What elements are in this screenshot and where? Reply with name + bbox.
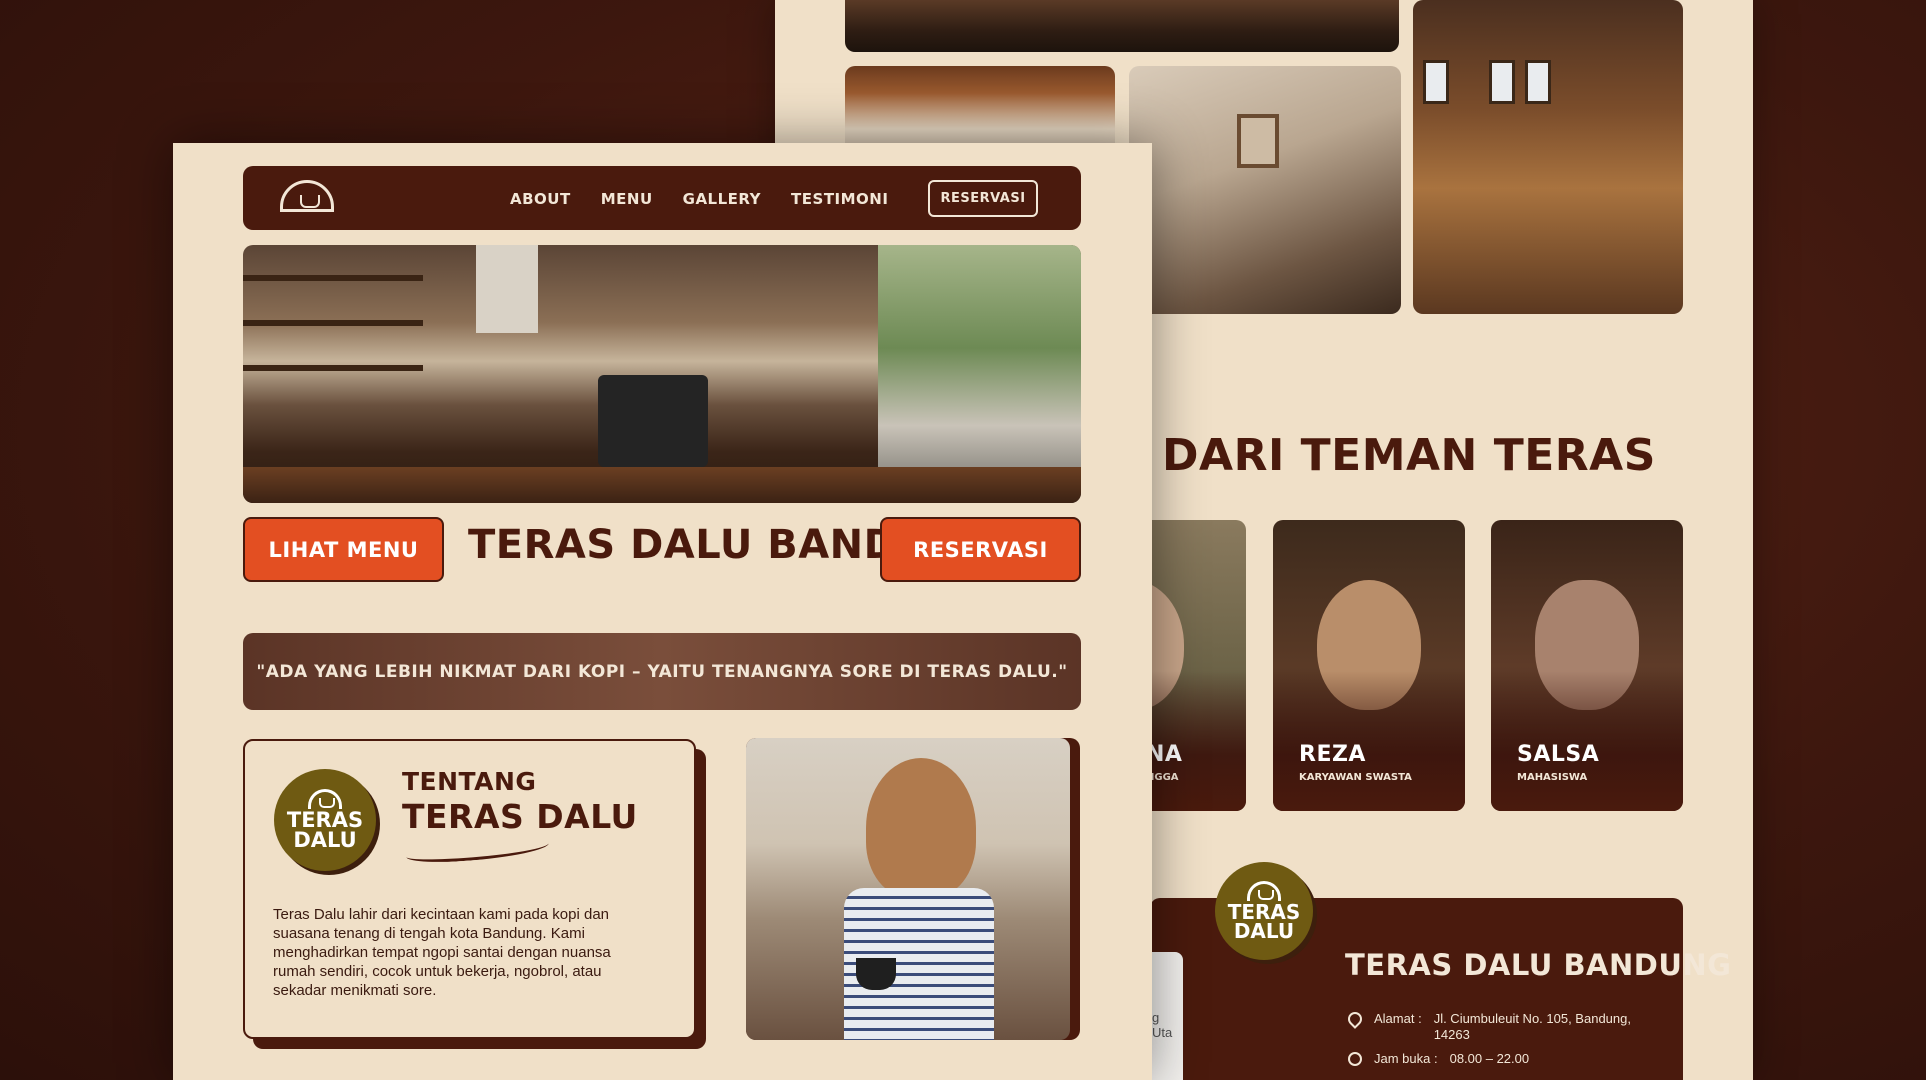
coffee-cup-icon: [1247, 881, 1281, 901]
hours-label: Jam buka :: [1374, 1051, 1438, 1066]
window-view: [878, 245, 1081, 503]
about-heading-large: TERAS DALU: [402, 797, 638, 836]
footer-logo-badge: TERAS DALU: [1215, 862, 1313, 960]
shelf: [243, 320, 423, 326]
hero-reservasi-button[interactable]: RESERVASI: [880, 517, 1081, 582]
location-pin-icon: [1345, 1009, 1365, 1029]
gallery-photo-lounge[interactable]: [1129, 66, 1401, 314]
quote-text: "ADA YANG LEBIH NIKMAT DARI KOPI – YAITU…: [256, 661, 1068, 682]
menu-board: [476, 245, 538, 333]
nav-links: ABOUT MENU GALLERY TESTIMONI: [510, 190, 888, 208]
nav-link-testimoni[interactable]: TESTIMONI: [791, 190, 888, 208]
hero-image: [243, 245, 1081, 503]
footer-title: TERAS DALU BANDUNG: [1345, 948, 1732, 982]
location-map[interactable]: g Uta: [1150, 952, 1183, 1080]
badge-text-2: DALU: [293, 828, 357, 852]
hours-row: Jam buka : 08.00 – 22.00: [1348, 1051, 1660, 1067]
hours-value: 08.00 – 22.00: [1449, 1051, 1530, 1066]
lihat-menu-button[interactable]: LIHAT MENU: [243, 517, 444, 582]
coffee-cup-arc-icon[interactable]: [280, 180, 334, 212]
bar-window: [1489, 60, 1515, 104]
clock-icon: [1348, 1052, 1362, 1066]
about-body-text: Teras Dalu lahir dari kecintaan kami pad…: [273, 906, 611, 999]
map-label: g Uta: [1152, 1010, 1173, 1040]
card-gradient: [1491, 671, 1683, 811]
about-logo-badge: TERAS DALU: [274, 769, 376, 871]
testimonial-role: KARYAWAN SWASTA: [1299, 772, 1412, 783]
card-gradient: [1273, 671, 1465, 811]
address-value: Jl. Ciumbuleuit No. 105, Bandung, 14263: [1433, 1011, 1631, 1042]
shelf: [243, 365, 423, 371]
testimonial-card[interactable]: REZA KARYAWAN SWASTA: [1273, 520, 1465, 811]
barista-photo: [746, 738, 1070, 1040]
gallery-photo-bar[interactable]: [1413, 0, 1683, 314]
nav-link-about[interactable]: ABOUT: [510, 190, 571, 208]
barista-hijab: [866, 758, 976, 898]
bar-window: [1423, 60, 1449, 104]
navbar: ABOUT MENU GALLERY TESTIMONI RESERVASI: [243, 166, 1081, 230]
about-heading-small: TENTANG: [402, 767, 537, 796]
address-label: Alamat :: [1374, 1011, 1422, 1026]
quote-banner: "ADA YANG LEBIH NIKMAT DARI KOPI – YAITU…: [243, 633, 1081, 710]
nav-reservasi-button[interactable]: RESERVASI: [928, 180, 1038, 217]
nav-link-gallery[interactable]: GALLERY: [683, 190, 761, 208]
wall-portrait: [1237, 114, 1279, 168]
nav-link-menu[interactable]: MENU: [601, 190, 653, 208]
address-row: Alamat : Jl. Ciumbuleuit No. 105, Bandun…: [1345, 1009, 1644, 1043]
coffee-cup-icon: [308, 789, 342, 810]
espresso-machine: [598, 375, 708, 467]
bar-window: [1525, 60, 1551, 104]
testimonials-title: DARI TEMAN TERAS: [1162, 430, 1656, 481]
badge-text-2: DALU: [1233, 919, 1295, 943]
testimonial-name: SALSA: [1517, 742, 1600, 767]
counter: [243, 467, 1081, 503]
coffee-cup: [856, 958, 896, 990]
shelf: [243, 275, 423, 281]
gallery-photo-top[interactable]: [845, 0, 1399, 52]
testimonial-name: REZA: [1299, 742, 1366, 767]
testimonial-card[interactable]: SALSA MAHASISWA: [1491, 520, 1683, 811]
testimonial-role: MAHASISWA: [1517, 772, 1588, 783]
